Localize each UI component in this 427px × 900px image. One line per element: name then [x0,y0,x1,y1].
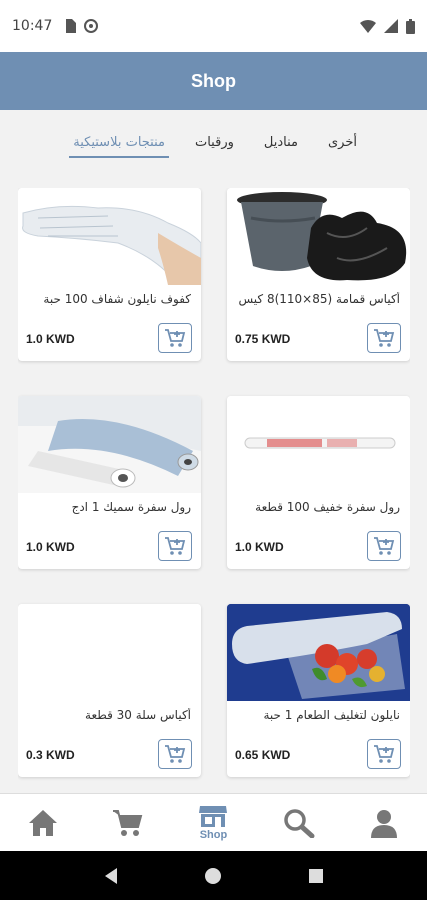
add-to-cart-button[interactable] [367,739,401,769]
search-icon [284,808,315,838]
nav-cart[interactable] [98,794,158,852]
product-name: أكياس سلة 30 قطعة [85,708,191,722]
app-bar: Shop [0,52,427,110]
product-price: 0.75 KWD [235,332,291,346]
home-button-icon[interactable] [204,867,222,885]
product-grid: أكياس قمامة (85×110)8 كيس 0.75 KWD كفوف … [18,188,410,788]
status-time: 10:47 [12,18,53,34]
wifi-icon [360,19,376,33]
nav-shop-label: Shop [199,829,228,841]
profile-icon [371,809,398,838]
shop-icon [199,806,228,827]
add-to-cart-icon [374,745,395,763]
signal-icon [384,19,398,33]
nav-home[interactable] [13,794,73,852]
product-name: رول سفرة سميك 1 ادج [71,500,191,514]
product-card[interactable]: أكياس قمامة (85×110)8 كيس 0.75 KWD [227,188,410,361]
battery-icon [406,18,415,34]
cart-icon [113,809,143,836]
product-name: نايلون لتغليف الطعام 1 حبة [263,708,401,722]
add-to-cart-button[interactable] [158,531,192,561]
nav-search[interactable] [269,794,329,852]
product-card[interactable]: كفوف نايلون شفاف 100 حبة 1.0 KWD [18,188,201,361]
add-to-cart-icon [374,329,395,347]
product-card[interactable]: أكياس سلة 30 قطعة 0.3 KWD [18,604,201,777]
category-tabs: منتجات بلاستيكية ورقيات مناديل أخرى [0,110,427,168]
product-name: رول سفرة خفيف 100 قطعة [255,500,400,514]
product-price: 1.0 KWD [235,540,284,554]
product-image-table-roll-light [227,396,410,493]
product-image-table-roll-thick [18,396,201,493]
nav-profile[interactable] [354,794,414,852]
nav-shop[interactable]: Shop [183,794,243,852]
bottom-nav: Shop [0,793,427,851]
product-price: 0.65 KWD [235,748,291,762]
tab-paper-products[interactable]: ورقيات [195,119,234,160]
product-image-trash-bags [227,188,410,285]
system-nav-bar [0,851,427,900]
product-image-blank [18,604,201,701]
at-sign-icon [84,19,99,33]
add-to-cart-button[interactable] [158,323,192,353]
add-to-cart-icon [374,537,395,555]
product-card[interactable]: رول سفرة خفيف 100 قطعة 1.0 KWD [227,396,410,569]
product-image-food-wrap [227,604,410,701]
tab-plastic-products[interactable]: منتجات بلاستيكية [69,119,169,160]
product-image-plastic-gloves [18,188,201,285]
add-to-cart-icon [165,745,186,763]
product-card[interactable]: رول سفرة سميك 1 ادج 1.0 KWD [18,396,201,569]
tab-other[interactable]: أخرى [328,119,357,160]
add-to-cart-icon [165,537,186,555]
product-name: كفوف نايلون شفاف 100 حبة [43,292,191,306]
back-icon[interactable] [103,867,119,885]
recents-icon[interactable] [308,868,324,884]
sim-card-icon [66,19,77,33]
tab-tissues[interactable]: مناديل [264,119,298,160]
product-card[interactable]: نايلون لتغليف الطعام 1 حبة 0.65 KWD [227,604,410,777]
product-name: أكياس قمامة (85×110)8 كيس [238,292,400,306]
product-price: 1.0 KWD [26,332,75,346]
product-price: 1.0 KWD [26,540,75,554]
add-to-cart-button[interactable] [367,323,401,353]
add-to-cart-button[interactable] [158,739,192,769]
product-price: 0.3 KWD [26,748,75,762]
home-icon [28,809,57,836]
status-bar: 10:47 [0,0,427,52]
add-to-cart-button[interactable] [367,531,401,561]
add-to-cart-icon [165,329,186,347]
page-title: Shop [191,70,236,91]
